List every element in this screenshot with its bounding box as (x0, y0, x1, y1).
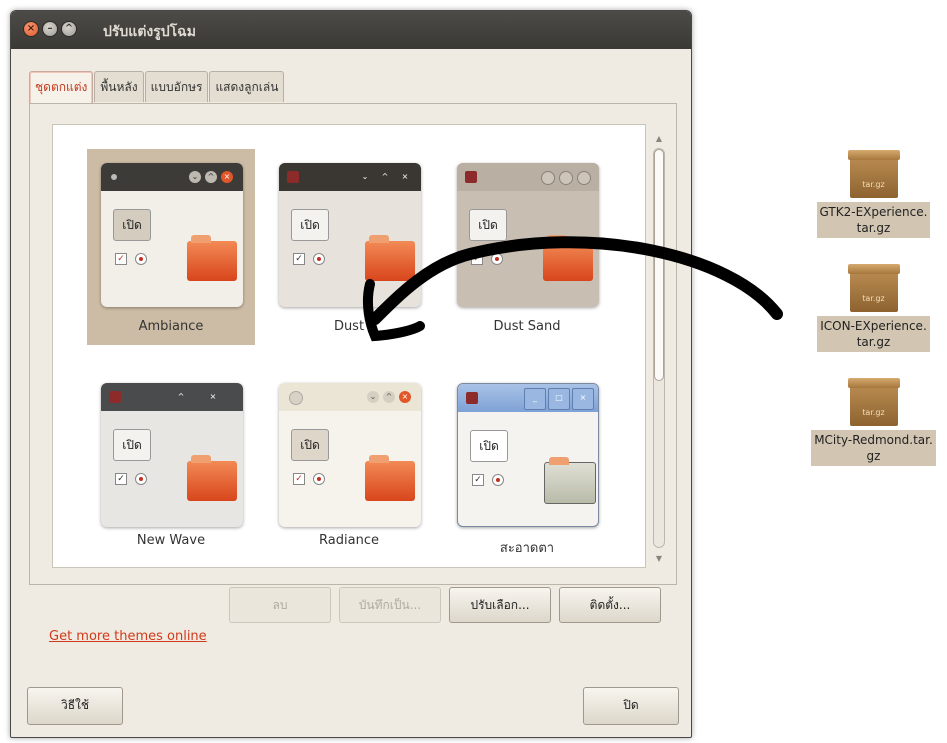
install-button[interactable]: ติดตั้ง... (559, 587, 661, 623)
folder-icon (187, 455, 237, 501)
theme-name: New Wave (136, 533, 206, 548)
delete-button[interactable]: ลบ (229, 587, 331, 623)
theme-gallery: ⌄ ^ × เปิด ✓ Ambiance ⌄ ^ × เปิด ✓ Dust … (52, 124, 646, 568)
theme-name: สะอาดตา (499, 541, 555, 556)
tab-bar: ชุดตกแต่ง พื้นหลัง แบบอักษร แสดงลูกเล่น (29, 71, 285, 104)
close-button[interactable]: ปิด (583, 687, 679, 725)
folder-icon (187, 235, 237, 281)
window-title: ปรับแต่งรูปโฉม (103, 24, 196, 40)
theme-clearlooks[interactable]: _ □ × เปิด ✓ สะอาดตา (443, 369, 611, 565)
tab-fonts[interactable]: แบบอักษร (144, 71, 209, 102)
tab-visual-effects[interactable]: แสดงลูกเล่น (209, 71, 285, 102)
theme-preview: ⌄ ^ × เปิด ✓ (279, 163, 421, 307)
scroll-down-arrow-icon[interactable]: ▼ (650, 552, 668, 566)
theme-dust[interactable]: ⌄ ^ × เปิด ✓ Dust (265, 149, 433, 345)
folder-icon (365, 235, 415, 281)
theme-preview: เปิด ✓ (457, 163, 599, 307)
tab-background[interactable]: พื้นหลัง (94, 71, 144, 102)
scroll-thumb[interactable] (654, 149, 664, 381)
desktop-file-icon-experience[interactable]: tar.gz ICON-EXperience. tar.gz (800, 264, 947, 352)
archive-icon: tar.gz (847, 264, 900, 312)
maximize-window-button[interactable]: ^ (61, 21, 77, 37)
get-more-themes-link[interactable]: Get more themes online (49, 629, 207, 644)
theme-preview: ⌄ ^ × เปิด ✓ (101, 163, 243, 307)
close-window-button[interactable]: × (23, 21, 39, 37)
drawn-arrow (362, 236, 783, 342)
file-name: GTK2-EXperience. tar.gz (816, 202, 931, 238)
theme-preview: ^ × เปิด ✓ (101, 383, 243, 527)
file-name: MCity-Redmond.tar. gz (811, 430, 936, 466)
theme-name: Ambiance (138, 319, 204, 334)
help-button[interactable]: วิธีใช้ (27, 687, 123, 725)
minimize-window-button[interactable]: – (42, 21, 58, 37)
theme-name: Dust Sand (493, 319, 561, 334)
theme-radiance[interactable]: ⌄ ^ × เปิด ✓ Radiance (265, 369, 433, 565)
desktop-file-gtk2[interactable]: tar.gz GTK2-EXperience. tar.gz (800, 150, 947, 238)
appearance-preferences-window: × – ^ ปรับแต่งรูปโฉม ชุดตกแต่ง พื้นหลัง … (10, 10, 783, 738)
theme-preview: ⌄ ^ × เปิด ✓ (279, 383, 421, 527)
save-as-button[interactable]: บันทึกเป็น... (339, 587, 441, 623)
desktop-file-mcity-redmond[interactable]: tar.gz MCity-Redmond.tar. gz (800, 378, 947, 466)
tab-theme[interactable]: ชุดตกแต่ง (29, 71, 94, 104)
file-name: ICON-EXperience. tar.gz (817, 316, 930, 352)
folder-icon (544, 457, 596, 504)
archive-icon: tar.gz (847, 378, 900, 426)
scroll-up-arrow-icon[interactable]: ▲ (650, 132, 668, 146)
theme-name: Radiance (319, 533, 379, 548)
theme-new-wave[interactable]: ^ × เปิด ✓ New Wave (87, 369, 255, 565)
theme-panel: ⌄ ^ × เปิด ✓ Ambiance ⌄ ^ × เปิด ✓ Dust … (29, 103, 783, 585)
theme-preview: _ □ × เปิด ✓ (457, 383, 599, 527)
scroll-track[interactable] (653, 148, 665, 548)
gallery-scrollbar[interactable]: ▲ ▼ (650, 132, 668, 566)
theme-ambiance[interactable]: ⌄ ^ × เปิด ✓ Ambiance (87, 149, 255, 345)
archive-icon: tar.gz (847, 150, 900, 198)
customize-button[interactable]: ปรับเลือก... (449, 587, 551, 623)
titlebar: × – ^ ปรับแต่งรูปโฉม (11, 11, 691, 49)
folder-icon (365, 455, 415, 501)
